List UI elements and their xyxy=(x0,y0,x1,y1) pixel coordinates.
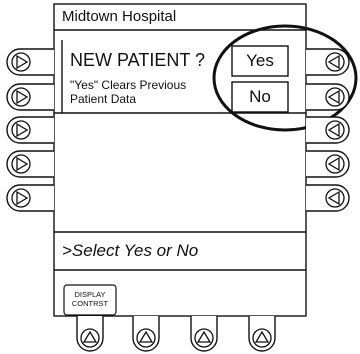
display-label-line2: CONTRST xyxy=(71,299,109,308)
left-key-1[interactable] xyxy=(6,48,54,76)
right-key-2[interactable] xyxy=(306,83,350,111)
left-key-3[interactable] xyxy=(6,116,54,144)
display-label-line1: DISPLAY xyxy=(74,290,106,299)
left-key-4[interactable] xyxy=(6,150,54,178)
right-key-5[interactable] xyxy=(306,184,350,212)
clear-data-note-line2: Patient Data xyxy=(70,92,137,106)
hospital-name: Midtown Hospital xyxy=(62,8,177,25)
yes-button-label: Yes xyxy=(246,51,274,70)
right-key-4[interactable] xyxy=(306,150,350,178)
new-patient-question: NEW PATIENT ? xyxy=(70,50,206,70)
clear-data-note-line1: "Yes" Clears Previous xyxy=(70,78,187,92)
highlight-circle xyxy=(212,24,358,132)
right-key-3[interactable] xyxy=(306,116,350,144)
bottom-key-2[interactable] xyxy=(132,316,160,352)
no-button-label: No xyxy=(249,87,271,106)
status-message: >Select Yes or No xyxy=(62,241,199,260)
bottom-keys xyxy=(76,316,276,352)
bottom-key-1[interactable] xyxy=(76,316,104,352)
left-keys xyxy=(6,48,54,212)
left-key-2[interactable] xyxy=(6,83,54,111)
right-keys xyxy=(306,48,350,212)
bottom-key-3[interactable] xyxy=(190,316,218,352)
bottom-key-4[interactable] xyxy=(248,316,276,352)
right-key-1[interactable] xyxy=(306,48,350,76)
left-key-5[interactable] xyxy=(6,184,54,212)
